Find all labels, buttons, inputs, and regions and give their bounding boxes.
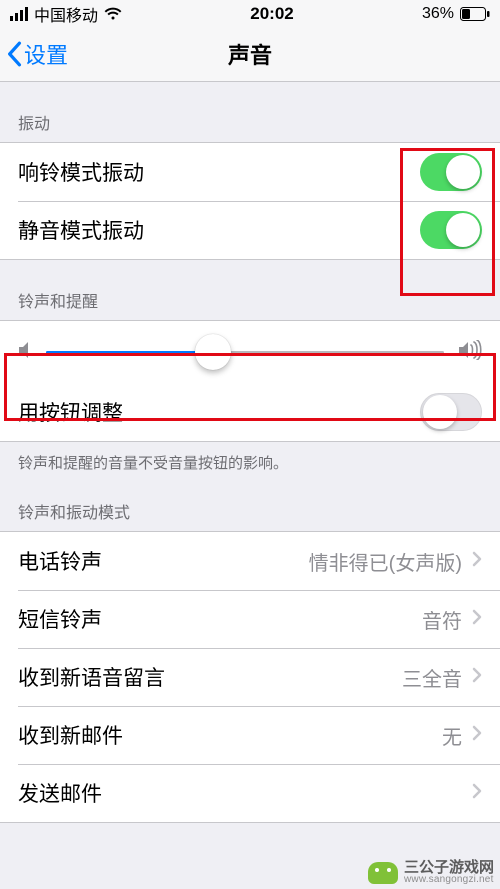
battery-icon	[460, 7, 490, 21]
row-voicemail[interactable]: 收到新语音留言 三全音	[0, 648, 500, 706]
chevron-left-icon	[6, 41, 22, 67]
status-right: 36%	[422, 5, 490, 23]
page-title: 声音	[0, 38, 500, 70]
row-sent-mail[interactable]: 发送邮件	[0, 764, 500, 822]
group-ringer: 用按钮调整	[0, 320, 500, 442]
toggle-button-adjust[interactable]	[420, 393, 482, 431]
toggle-silent-vibrate[interactable]	[420, 211, 482, 249]
row-value: 无	[442, 721, 462, 750]
row-label: 静音模式振动	[18, 215, 144, 245]
row-ring-vibrate: 响铃模式振动	[0, 143, 500, 201]
group-vibrate: 响铃模式振动 静音模式振动	[0, 142, 500, 260]
row-label: 用按钮调整	[18, 397, 123, 427]
row-text-tone[interactable]: 短信铃声 音符	[0, 590, 500, 648]
chevron-right-icon	[472, 609, 482, 630]
section-header-patterns: 铃声和振动模式	[0, 481, 500, 531]
watermark-logo-icon	[368, 862, 398, 884]
chevron-right-icon	[472, 783, 482, 804]
volume-high-icon	[458, 340, 482, 365]
chevron-right-icon	[472, 725, 482, 746]
volume-slider[interactable]	[46, 334, 444, 370]
back-label: 设置	[24, 38, 68, 70]
watermark-name: 三公子游戏网	[404, 860, 494, 875]
watermark: 三公子游戏网 www.sangongzi.net	[368, 860, 494, 885]
row-label: 收到新语音留言	[18, 662, 165, 692]
row-value: 音符	[422, 605, 462, 634]
section-header-ringer: 铃声和提醒	[0, 260, 500, 320]
status-bar: 中国移动 20:02 36%	[0, 0, 500, 26]
group-patterns: 电话铃声 情非得已(女声版) 短信铃声 音符 收到新语音留言 三全音 收到新邮件…	[0, 531, 500, 823]
back-button[interactable]: 设置	[0, 38, 68, 70]
watermark-url: www.sangongzi.net	[404, 875, 494, 885]
status-left: 中国移动	[10, 2, 122, 26]
section-footer-ringer: 铃声和提醒的音量不受音量按钮的影响。	[0, 442, 500, 481]
row-ringtone[interactable]: 电话铃声 情非得已(女声版)	[0, 532, 500, 590]
status-time: 20:02	[250, 4, 293, 24]
section-header-vibrate: 振动	[0, 82, 500, 142]
row-value: 三全音	[402, 663, 462, 692]
row-label: 电话铃声	[18, 546, 102, 576]
row-button-adjust: 用按钮调整	[0, 383, 500, 441]
battery-percent: 36%	[422, 5, 454, 23]
toggle-ring-vibrate[interactable]	[420, 153, 482, 191]
row-label: 响铃模式振动	[18, 157, 144, 187]
volume-low-icon	[18, 341, 32, 364]
row-new-mail[interactable]: 收到新邮件 无	[0, 706, 500, 764]
carrier-label: 中国移动	[34, 2, 98, 26]
row-label: 发送邮件	[18, 778, 102, 808]
row-silent-vibrate: 静音模式振动	[0, 201, 500, 259]
nav-bar: 设置 声音	[0, 26, 500, 82]
row-value: 情非得已(女声版)	[309, 547, 462, 576]
signal-bars-icon	[10, 7, 28, 21]
wifi-icon	[104, 7, 122, 21]
chevron-right-icon	[472, 551, 482, 572]
row-label: 短信铃声	[18, 604, 102, 634]
chevron-right-icon	[472, 667, 482, 688]
row-label: 收到新邮件	[18, 720, 123, 750]
row-volume-slider	[0, 321, 500, 383]
